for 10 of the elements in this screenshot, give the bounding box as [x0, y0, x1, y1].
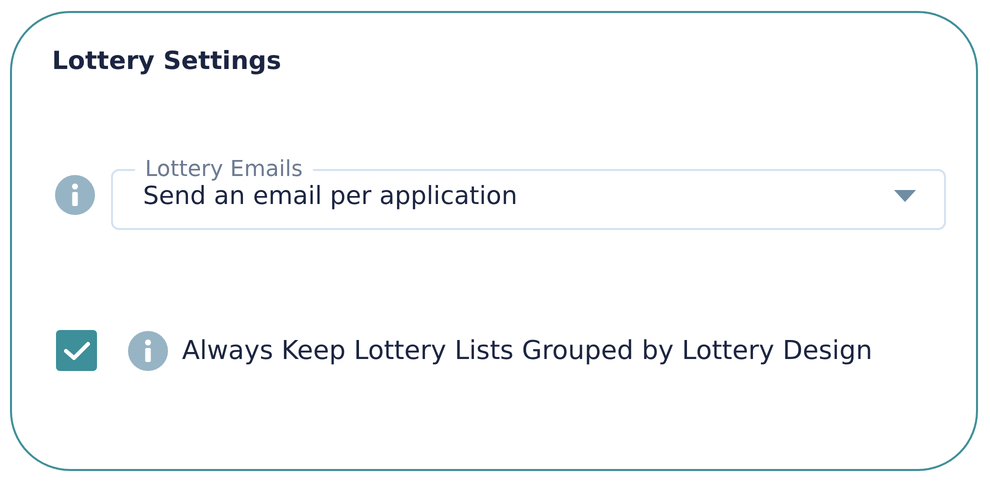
check-icon — [64, 340, 90, 360]
field-label: Lottery Emails — [144, 159, 304, 181]
email-select[interactable]: Lottery Emails Send an email per application — [111, 159, 946, 230]
info-icon[interactable] — [128, 330, 168, 370]
checkbox[interactable] — [56, 330, 97, 371]
select-value: Send an email per application — [143, 181, 518, 210]
option-label: Always Keep Lottery Lists Grouped by Lottery Design — [182, 336, 872, 366]
info-icon[interactable] — [55, 174, 95, 214]
caret-icon — [894, 190, 916, 202]
section-title: Lottery Settings — [52, 46, 282, 75]
